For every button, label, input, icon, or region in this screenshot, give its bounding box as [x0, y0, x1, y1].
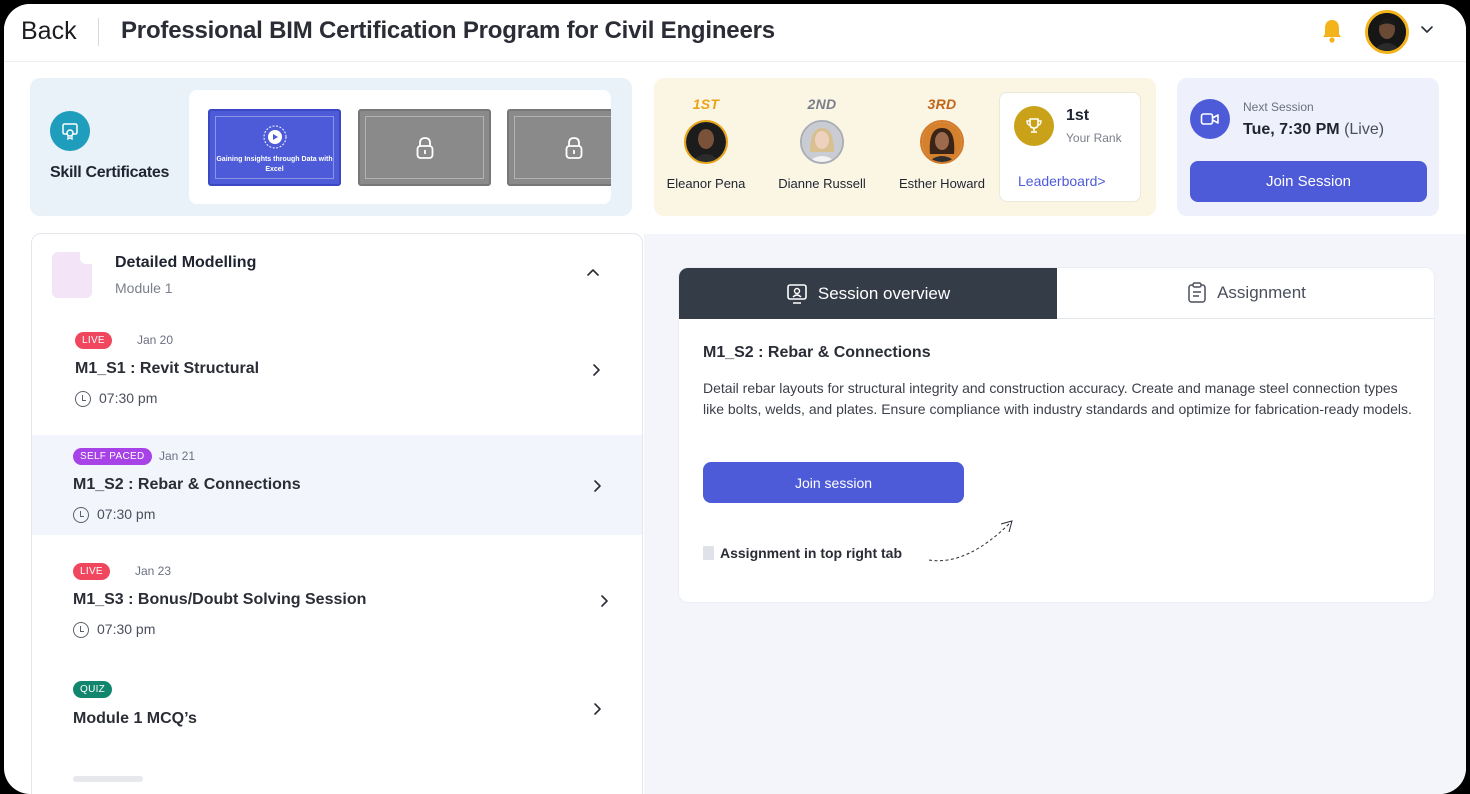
list-item[interactable]: LIVE Jan 23 M1_S3 : Bonus/Doubt Solving … — [32, 563, 642, 663]
tab-label: Assignment — [1217, 283, 1306, 302]
module-subtitle: Module 1 — [115, 280, 173, 296]
clock-icon — [73, 507, 89, 523]
chevron-right-icon[interactable] — [589, 363, 603, 377]
rank-second: 2ND Dianne Russell — [767, 96, 877, 191]
user-avatar[interactable] — [1365, 10, 1409, 54]
chevron-right-icon[interactable] — [597, 594, 611, 608]
assignment-note-text: Assignment in top right tab — [720, 545, 902, 561]
document-icon — [52, 252, 92, 298]
rank-third: 3RD Esther Howard — [887, 96, 997, 191]
app-frame: Back Professional BIM Certification Prog… — [4, 4, 1466, 794]
my-rank-label: Your Rank — [1066, 131, 1122, 145]
page-title: Professional BIM Certification Program f… — [121, 17, 775, 44]
live-badge: LIVE — [75, 332, 112, 349]
tab-assignment[interactable]: Assignment — [1057, 268, 1434, 319]
clipboard-icon — [1188, 282, 1206, 303]
leaderboard-link[interactable]: Leaderboard> — [1018, 173, 1106, 189]
header-divider — [98, 18, 99, 46]
rank-position: 3RD — [927, 96, 957, 112]
item-date: Jan 20 — [137, 333, 174, 347]
item-date: Jan 21 — [159, 449, 196, 463]
trophy-icon — [1014, 106, 1054, 146]
item-time-value: 07:30 pm — [97, 621, 156, 637]
join-session-button[interactable]: Join session — [703, 462, 964, 503]
next-session-panel: Next Session Tue, 7:30 PM (Live) Join Se… — [1177, 78, 1439, 216]
top-header: Back Professional BIM Certification Prog… — [4, 4, 1466, 62]
next-session-time: Tue, 7:30 PM (Live) — [1243, 121, 1384, 139]
rank-first: 1ST Eleanor Pena — [651, 96, 761, 191]
clock-icon — [75, 391, 91, 407]
item-title: M1_S1 : Revit Structural — [75, 360, 260, 377]
chevron-up-icon[interactable] — [585, 265, 601, 281]
assignment-note: Assignment in top right tab — [703, 545, 902, 561]
leaderboard-panel: 1ST Eleanor Pena 2ND Dianne Russell 3RD … — [654, 78, 1156, 216]
presentation-icon — [787, 283, 807, 304]
item-date: Jan 23 — [135, 564, 172, 578]
avatar — [920, 120, 964, 164]
item-title: M1_S2 : Rebar & Connections — [73, 476, 301, 493]
avatar — [684, 120, 728, 164]
tab-session-overview[interactable]: Session overview — [679, 268, 1057, 319]
play-badge-icon — [263, 125, 287, 149]
item-time-value: 07:30 pm — [99, 390, 158, 406]
chevron-right-icon[interactable] — [590, 702, 604, 716]
my-rank-value: 1st — [1066, 107, 1090, 124]
session-description: Detail rebar layouts for structural inte… — [703, 380, 1412, 417]
self-paced-badge: SELF PACED — [73, 448, 152, 465]
module-title: Detailed Modelling — [115, 254, 257, 271]
video-icon — [1190, 99, 1230, 139]
lock-icon — [565, 137, 583, 159]
chevron-right-icon[interactable] — [590, 479, 604, 493]
item-time: 07:30 pm — [73, 621, 156, 638]
session-detail-card: Session overview Assignment M1_S2 : Reba… — [678, 267, 1435, 603]
rank-name: Dianne Russell — [778, 176, 866, 191]
list-item[interactable]: QUIZ Module 1 MCQ’s — [32, 681, 642, 781]
item-time: 07:30 pm — [75, 390, 158, 407]
my-rank-card: 1st Your Rank Leaderboard> — [999, 92, 1141, 202]
item-title: Module 1 MCQ’s — [73, 710, 197, 727]
item-time: 07:30 pm — [73, 506, 156, 523]
module-panel: Detailed Modelling Module 1 LIVE Jan 20 … — [31, 233, 643, 794]
session-title: M1_S2 : Rebar & Connections — [703, 344, 931, 361]
clock-icon — [73, 622, 89, 638]
next-session-label: Next Session — [1243, 100, 1314, 114]
rank-name: Esther Howard — [899, 176, 985, 191]
quiz-badge: QUIZ — [73, 681, 113, 698]
certificates-label: Skill Certificates — [50, 164, 170, 181]
tab-label: Session overview — [817, 283, 951, 303]
rank-name: Eleanor Pena — [666, 176, 746, 191]
next-session-status: (Live) — [1344, 121, 1385, 138]
certificate-card-text: Gaining Insights through Data with Excel — [216, 156, 333, 173]
bell-icon[interactable] — [1320, 18, 1344, 44]
certificate-icon — [50, 111, 90, 151]
next-session-time-value: Tue, 7:30 PM — [1243, 121, 1340, 138]
page-icon — [703, 546, 714, 560]
item-time-value: 07:30 pm — [97, 506, 156, 522]
rank-position: 1ST — [692, 96, 720, 112]
list-item[interactable]: LIVE Jan 20 M1_S1 : Revit Structural 07:… — [32, 332, 642, 432]
lock-icon — [416, 137, 434, 159]
avatar — [800, 120, 844, 164]
live-badge: LIVE — [73, 563, 110, 580]
skill-certificates-panel: Skill Certificates Gaining Insights thro… — [30, 78, 632, 216]
certificates-carousel[interactable]: Gaining Insights through Data with Excel — [189, 90, 611, 204]
curved-arrow-icon — [928, 520, 1013, 562]
item-title: M1_S3 : Bonus/Doubt Solving Session — [73, 591, 367, 608]
chevron-down-icon[interactable] — [1418, 21, 1436, 39]
certificate-card[interactable]: Gaining Insights through Data with Excel — [208, 109, 341, 186]
rank-position: 2ND — [807, 96, 837, 112]
list-item-selected[interactable]: SELF PACED Jan 21 M1_S2 : Rebar & Connec… — [32, 435, 642, 535]
back-button[interactable]: Back — [21, 17, 77, 46]
join-session-button[interactable]: Join Session — [1190, 161, 1427, 202]
certificate-card-locked — [507, 109, 611, 186]
certificate-card-locked — [358, 109, 491, 186]
next-badge-partial — [73, 776, 143, 782]
